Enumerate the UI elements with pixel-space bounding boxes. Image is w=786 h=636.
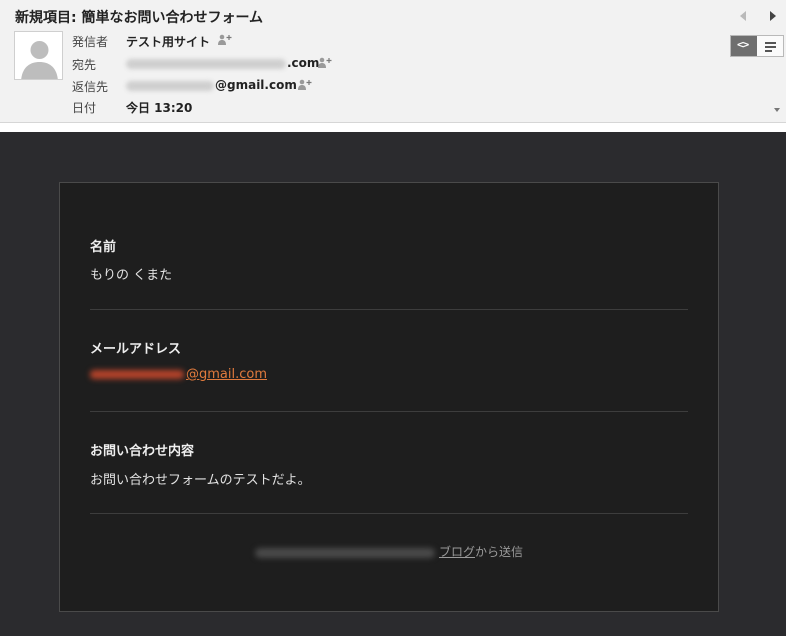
redacted-site-name bbox=[254, 547, 435, 558]
message-header: 新規項目: 簡単なお問い合わせフォーム 発信者 テスト用サイト 宛先 .com … bbox=[0, 0, 786, 123]
plain-text-icon[interactable] bbox=[758, 36, 783, 56]
from-label: 発信者 bbox=[72, 35, 109, 49]
to-address[interactable]: .com bbox=[126, 56, 319, 70]
view-mode-toggle: <> bbox=[730, 35, 784, 57]
redacted-address bbox=[90, 370, 184, 379]
email-link[interactable]: @gmail.com bbox=[186, 367, 267, 382]
field-value: もりの くまた bbox=[90, 268, 173, 283]
header-separator bbox=[0, 123, 786, 132]
chevron-down-icon[interactable] bbox=[774, 108, 780, 112]
divider bbox=[90, 309, 688, 310]
footer-suffix: から送信 bbox=[475, 545, 524, 559]
person-silhouette-icon bbox=[14, 31, 63, 80]
reply-to-domain: @gmail.com bbox=[215, 78, 297, 92]
redacted-address bbox=[126, 80, 214, 91]
add-contact-icon[interactable] bbox=[317, 57, 333, 69]
field-label: お問い合わせ内容 bbox=[90, 444, 195, 459]
chevron-right-icon[interactable] bbox=[767, 9, 779, 23]
divider bbox=[90, 513, 688, 514]
chevron-left-icon[interactable] bbox=[737, 9, 749, 23]
divider bbox=[90, 411, 688, 412]
field-label: メールアドレス bbox=[90, 342, 182, 357]
reply-to-label: 返信先 bbox=[72, 80, 109, 94]
field-label: 名前 bbox=[90, 240, 117, 255]
message-subject: 新規項目: 簡単なお問い合わせフォーム bbox=[15, 10, 264, 26]
date-value: 今日 13:20 bbox=[126, 101, 193, 115]
sent-from-footer: ブログから送信 bbox=[60, 543, 718, 560]
field-value: お問い合わせフォームのテストだよ。 bbox=[90, 473, 311, 488]
redacted-address bbox=[126, 58, 286, 69]
from-value[interactable]: テスト用サイト bbox=[126, 33, 210, 50]
to-domain: .com bbox=[287, 56, 320, 70]
blog-link[interactable]: ブログ bbox=[439, 545, 475, 559]
date-label: 日付 bbox=[72, 101, 97, 115]
add-contact-icon[interactable] bbox=[217, 34, 233, 46]
to-label: 宛先 bbox=[72, 58, 97, 72]
email-value: @gmail.com bbox=[90, 367, 267, 382]
email-body: 名前 もりの くまた メールアドレス @gmail.com お問い合わせ内容 お… bbox=[0, 132, 786, 636]
reply-to-address[interactable]: @gmail.com bbox=[126, 78, 297, 92]
code-view-icon[interactable]: <> bbox=[731, 36, 757, 56]
add-contact-icon[interactable] bbox=[297, 79, 313, 91]
form-submission-card: 名前 もりの くまた メールアドレス @gmail.com お問い合わせ内容 お… bbox=[59, 182, 719, 612]
